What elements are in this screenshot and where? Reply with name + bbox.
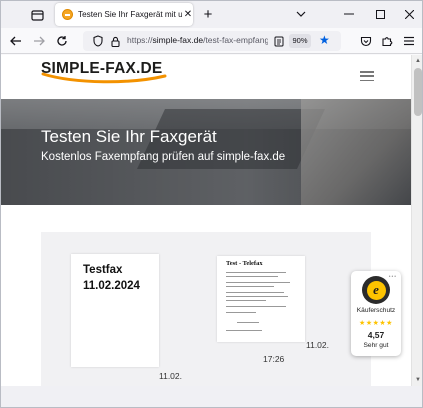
puzzle-icon[interactable]: [379, 33, 395, 49]
navigation-bar: https://simple-fax.de/test-fax-empfang 9…: [1, 28, 422, 54]
pocket-icon[interactable]: [358, 33, 374, 49]
favicon-icon: [62, 9, 73, 20]
tab-title: Testen Sie Ihr Faxgerät mit uns: [78, 10, 182, 19]
fax-document-title: Test - Telefax: [226, 260, 263, 267]
url-path: /test-fax-empfang: [203, 35, 268, 45]
fax-document-thumbnail[interactable]: Test - Telefax: [217, 256, 305, 342]
star-icon[interactable]: ★: [319, 33, 330, 47]
browser-window: Testen Sie Ihr Faxgerät mit uns ✕ + http…: [0, 0, 423, 408]
tab-active[interactable]: Testen Sie Ihr Faxgerät mit uns ✕: [55, 3, 193, 26]
site-header: SIMPLE-FAX.DE: [1, 55, 411, 99]
url-bar[interactable]: https://simple-fax.de/test-fax-empfang 9…: [83, 31, 341, 51]
fax-gallery: Testfax 11.02.2024 Test - Telefax 11.02.…: [41, 232, 371, 386]
new-tab-button[interactable]: +: [199, 5, 217, 23]
seal-letter: e: [366, 280, 386, 300]
window-bottom-edge: [1, 386, 422, 407]
rating-text: Sehr gut: [363, 342, 389, 349]
hero-banner: Testen Sie Ihr Faxgerät Kostenlos Faxemp…: [1, 99, 411, 205]
tab-close-icon[interactable]: ✕: [183, 9, 193, 20]
page-viewport: SIMPLE-FAX.DE Testen Sie Ihr Faxgerät Ko…: [1, 55, 411, 386]
testfax-title: Testfax: [83, 264, 123, 276]
hero-subtitle: Kostenlos Faxempfang prüfen auf simple-f…: [41, 151, 286, 163]
close-window-button[interactable]: [398, 5, 420, 23]
logo-text: SIMPLE-FAX.DE: [41, 60, 163, 77]
testfax-card[interactable]: Testfax 11.02.2024: [71, 254, 159, 367]
caption-time: 17:26: [263, 354, 285, 364]
testfax-date: 11.02.2024: [83, 280, 140, 292]
trust-label: Käuferschutz: [356, 307, 396, 314]
rating-score: 4,57: [367, 330, 385, 340]
reload-icon[interactable]: [54, 33, 70, 49]
site-logo[interactable]: SIMPLE-FAX.DE: [41, 60, 171, 84]
tab-list-icon[interactable]: [28, 6, 46, 24]
rating-stars-icon: ★★★★★: [359, 320, 393, 327]
shield-icon[interactable]: [91, 34, 105, 48]
caption-date-a: 11.02.: [306, 340, 330, 350]
site-menu-icon[interactable]: [360, 71, 374, 81]
vertical-scrollbar[interactable]: ▲ ▼: [411, 55, 422, 386]
lock-icon[interactable]: [108, 34, 122, 48]
scroll-up-icon[interactable]: ▲: [412, 55, 422, 67]
zoom-level-button[interactable]: 90%: [289, 34, 311, 48]
hamburger-menu-icon[interactable]: [401, 33, 417, 49]
tab-strip: Testen Sie Ihr Faxgerät mit uns ✕ +: [1, 1, 422, 28]
scrollbar-thumb[interactable]: [414, 68, 422, 116]
chevron-down-icon[interactable]: [293, 6, 309, 22]
maximize-button[interactable]: [369, 5, 391, 23]
url-prefix: https://: [127, 35, 153, 45]
url-host: simple-fax.de: [152, 35, 204, 45]
reader-view-icon[interactable]: [272, 34, 286, 48]
hero-title: Testen Sie Ihr Faxgerät: [41, 127, 217, 146]
arrow-left-icon[interactable]: [8, 33, 24, 49]
trust-badge[interactable]: ••• e Käuferschutz ★★★★★ 4,57 Sehr gut: [351, 271, 401, 356]
arrow-right-icon[interactable]: [31, 33, 47, 49]
url-text[interactable]: https://simple-fax.de/test-fax-empfang: [127, 35, 268, 47]
scroll-down-icon[interactable]: ▼: [412, 374, 422, 386]
more-options-icon[interactable]: •••: [389, 274, 397, 280]
trusted-shops-seal-icon: e: [362, 276, 390, 304]
minimize-button[interactable]: [338, 5, 360, 23]
caption-date-b: 11.02.: [159, 371, 183, 381]
